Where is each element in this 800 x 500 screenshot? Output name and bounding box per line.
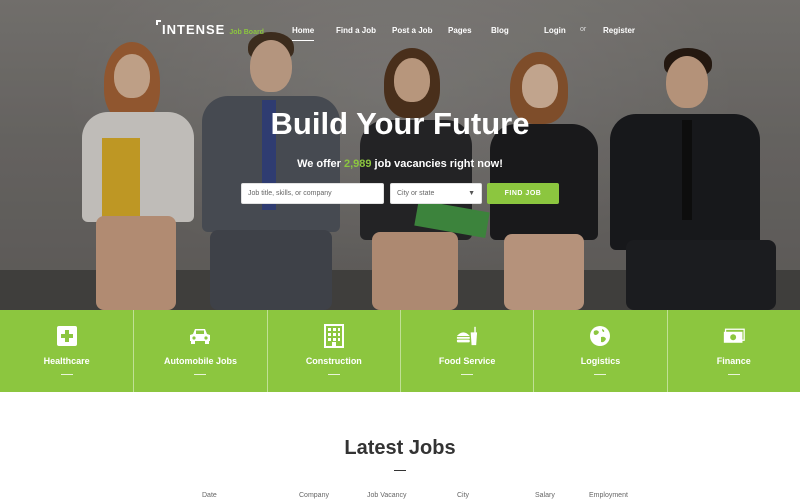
location-selected-value: City or state	[397, 190, 435, 197]
column-header-company[interactable]: Company	[299, 492, 329, 499]
latest-jobs-title: Latest Jobs	[344, 437, 456, 459]
category-label: Finance	[716, 356, 751, 366]
burger-drink-icon	[456, 324, 478, 348]
keyword-placeholder: Job title, skills, or company	[248, 190, 332, 197]
latest-jobs-divider	[394, 470, 406, 471]
nav-item-blog[interactable]: Blog	[491, 26, 509, 35]
category-divider	[727, 374, 740, 375]
category-label: Automobile Jobs	[163, 356, 237, 366]
hero-subtitle-after: job vacancies right now!	[374, 158, 503, 170]
building-icon	[323, 324, 345, 348]
register-link[interactable]: Register	[603, 26, 635, 35]
category-healthcare[interactable]: Healthcare	[0, 310, 133, 392]
column-header-job-vacancy[interactable]: Job Vacancy	[367, 492, 407, 499]
category-divider	[594, 374, 607, 375]
column-header-salary[interactable]: Salary	[535, 492, 555, 499]
car-icon	[189, 324, 211, 348]
globe-icon	[589, 324, 611, 348]
find-job-button[interactable]: FIND JOB	[487, 183, 559, 204]
nav-item-post-a-job[interactable]: Post a Job	[392, 26, 432, 35]
top-navigation: INTENSE Job Board Home Find a Job Post a…	[0, 0, 800, 60]
logo-corner-mark	[156, 20, 161, 25]
category-finance[interactable]: Finance	[666, 310, 800, 392]
column-header-city[interactable]: City	[457, 492, 469, 499]
category-divider	[60, 374, 73, 375]
hero-title: Build Your Future	[270, 106, 530, 141]
category-label: Logistics	[580, 356, 621, 366]
vacancy-count: 2,989	[343, 158, 372, 170]
column-header-date[interactable]: Date	[202, 492, 217, 499]
login-link[interactable]: Login	[544, 26, 566, 35]
site-logo[interactable]: INTENSE Job Board	[162, 22, 264, 37]
nav-item-home[interactable]: Home	[292, 26, 315, 41]
chevron-down-icon: ▼	[468, 190, 475, 197]
category-bar: Healthcare Automobile Jobs Construction …	[0, 310, 800, 392]
category-divider	[194, 374, 207, 375]
keyword-search-input[interactable]: Job title, skills, or company	[241, 183, 384, 204]
money-icon	[723, 324, 745, 348]
logo-name: INTENSE	[162, 22, 226, 37]
category-divider	[461, 374, 474, 375]
location-select[interactable]: City or state ▼	[390, 183, 482, 204]
nav-item-pages[interactable]: Pages	[448, 26, 472, 35]
category-label: Food Service	[438, 356, 496, 366]
hero-subtitle: We offer 2,989 job vacancies right now!	[0, 158, 800, 170]
hero-subtitle-before: We offer	[297, 158, 341, 170]
logo-tagline: Job Board	[229, 29, 264, 36]
category-label: Healthcare	[43, 356, 90, 366]
category-automobile-jobs[interactable]: Automobile Jobs	[133, 310, 266, 392]
nav-item-find-a-job[interactable]: Find a Job	[336, 26, 376, 35]
nav-or-separator: or	[580, 26, 587, 33]
category-construction[interactable]: Construction	[266, 310, 400, 392]
category-logistics[interactable]: Logistics	[533, 310, 666, 392]
category-divider	[327, 374, 340, 375]
category-food-service[interactable]: Food Service	[399, 310, 533, 392]
medical-cross-icon	[56, 324, 78, 348]
category-label: Construction	[305, 356, 362, 366]
column-header-employment[interactable]: Employment	[589, 492, 628, 499]
